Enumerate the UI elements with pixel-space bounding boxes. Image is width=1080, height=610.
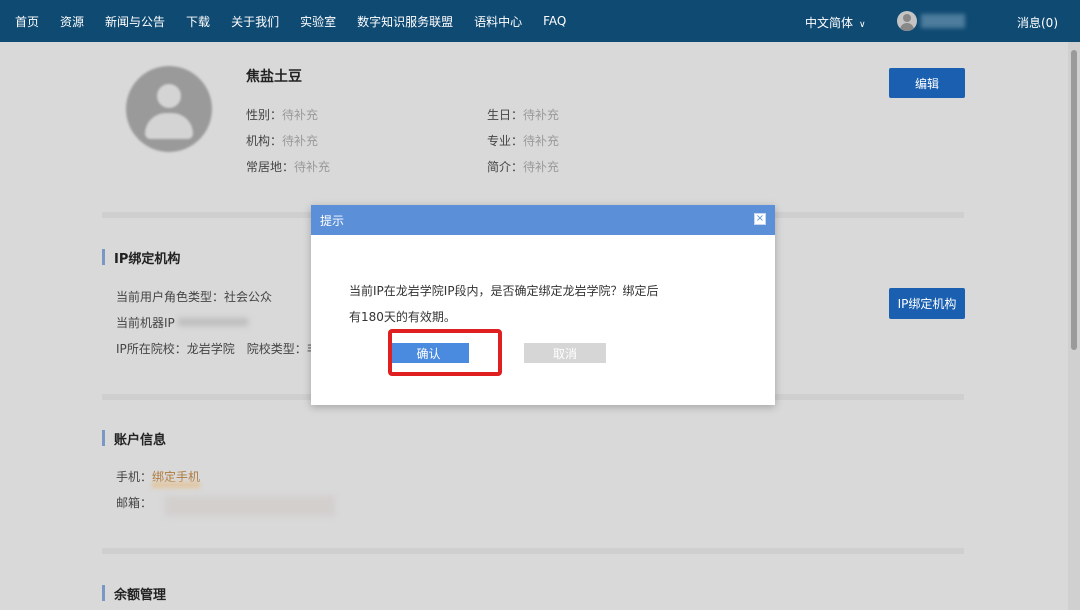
role-type-field: 当前用户角色类型：社会公众: [116, 290, 273, 304]
profile-name: 焦盐土豆: [246, 69, 302, 85]
email-redacted: [165, 496, 335, 516]
cancel-button[interactable]: 取消: [524, 343, 606, 363]
birthday-field: 生日：待补充: [487, 108, 560, 122]
email-field: 邮箱：: [116, 496, 153, 510]
machine-ip-field: 当前机器IP: [116, 316, 175, 330]
profile-avatar: [126, 66, 212, 152]
scrollbar[interactable]: [1068, 42, 1080, 610]
language-label: 中文简体: [805, 16, 854, 30]
confirm-highlight-annotation: [388, 329, 502, 376]
section-divider: [102, 548, 964, 554]
messages-link[interactable]: 消息(0): [1017, 14, 1058, 31]
org-field: 机构：待补充: [246, 134, 319, 148]
user-avatar[interactable]: [897, 11, 917, 31]
phone-redacted: [152, 482, 200, 488]
confirm-dialog: 提示 × 当前IP在龙岩学院IP段内，是否确定绑定龙岩学院？绑定后 有180天的…: [311, 205, 775, 405]
dialog-message-line2: 有180天的有效期。: [349, 310, 456, 324]
nav-item-faq[interactable]: FAQ: [543, 14, 566, 28]
top-nav: 首页 资源 新闻与公告 下载 关于我们 实验室 数字知识服务联盟 语料中心 FA…: [0, 0, 1080, 42]
close-icon[interactable]: ×: [754, 213, 766, 225]
dialog-message-line1: 当前IP在龙岩学院IP段内，是否确定绑定龙岩学院？绑定后: [349, 284, 659, 298]
language-selector[interactable]: 中文简体 ∨: [805, 14, 866, 31]
nav-item-alliance[interactable]: 数字知识服务联盟: [357, 13, 453, 30]
chevron-down-icon: ∨: [859, 20, 866, 30]
gender-field: 性别：待补充: [246, 108, 319, 122]
nav-item-download[interactable]: 下载: [186, 13, 210, 30]
ip-bind-button[interactable]: IP绑定机构: [889, 288, 965, 319]
scrollbar-thumb[interactable]: [1071, 50, 1077, 350]
dialog-header: 提示 ×: [311, 205, 775, 235]
nav-item-home[interactable]: 首页: [15, 13, 39, 30]
nav-item-about[interactable]: 关于我们: [231, 13, 279, 30]
school-field: IP所在院校：龙岩学院院校类型：非: [116, 342, 319, 356]
account-section-title: 账户信息: [102, 429, 166, 448]
nav-item-corpus[interactable]: 语料中心: [474, 13, 522, 30]
nav-item-lab[interactable]: 实验室: [300, 13, 336, 30]
residence-field: 常居地：待补充: [246, 160, 331, 174]
major-field: 专业：待补充: [487, 134, 560, 148]
dialog-title: 提示: [320, 214, 345, 228]
ip-address-redacted: [178, 318, 248, 326]
ip-section-title: IP绑定机构: [102, 248, 180, 267]
dialog-message: 当前IP在龙岩学院IP段内，是否确定绑定龙岩学院？绑定后 有180天的有效期。: [349, 278, 669, 330]
username-redacted[interactable]: [921, 14, 965, 28]
intro-field: 简介：待补充: [487, 160, 560, 174]
balance-section-title: 余额管理: [102, 584, 166, 603]
nav-menu: 首页 资源 新闻与公告 下载 关于我们 实验室 数字知识服务联盟 语料中心 FA…: [15, 0, 587, 42]
edit-profile-button[interactable]: 编辑: [889, 68, 965, 98]
nav-item-news[interactable]: 新闻与公告: [105, 13, 165, 30]
nav-item-resources[interactable]: 资源: [60, 13, 84, 30]
